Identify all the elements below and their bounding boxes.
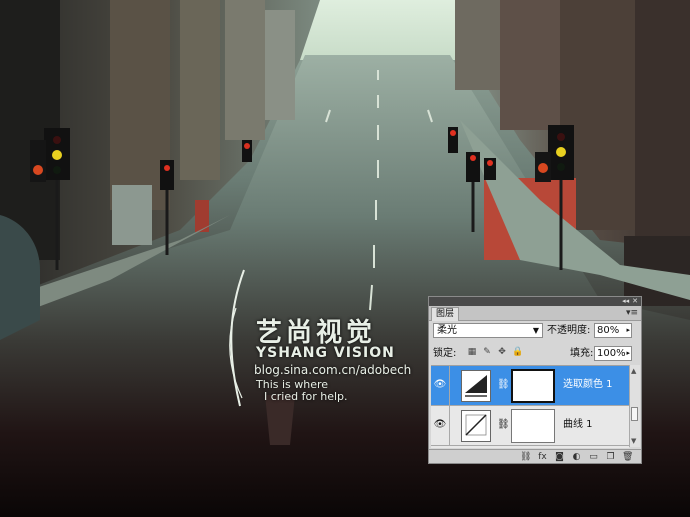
- layer-mask-thumbnail[interactable]: [511, 369, 555, 403]
- blend-mode-value: 柔光: [437, 325, 457, 336]
- fill-label: 填充:: [570, 348, 594, 359]
- scrollbar-thumb[interactable]: [631, 407, 638, 421]
- mask-link-icon[interactable]: ⛓: [497, 419, 510, 430]
- layer-row-selective-color[interactable]: 👁 ⛓ 选取颜色 1: [431, 366, 629, 406]
- panel-title-bar[interactable]: ◂◂ ✕: [429, 297, 641, 306]
- lock-icons: ▦ ✎ ✥ 🔒: [467, 347, 523, 358]
- panel-tab-bar: 图层 ▾≡: [429, 306, 641, 321]
- opacity-label: 不透明度:: [547, 325, 591, 336]
- layer-row-curves[interactable]: 👁 ⛓ 曲线 1: [431, 406, 629, 446]
- delete-layer-icon[interactable]: 🗑: [622, 451, 633, 463]
- scroll-down-icon[interactable]: ▼: [631, 437, 636, 445]
- selective-color-adjustment-icon: [461, 370, 491, 402]
- layer-name[interactable]: 曲线 1: [563, 418, 593, 432]
- lock-label: 锁定:: [433, 348, 457, 359]
- visibility-eye-icon[interactable]: 👁: [433, 378, 447, 392]
- opacity-input[interactable]: 80% ▸: [594, 323, 632, 338]
- lock-all-icon[interactable]: 🔒: [512, 347, 523, 358]
- layers-list: 👁 ⛓ 选取颜色 1 👁 ⛓ 曲线 1: [431, 365, 629, 448]
- collapse-icon[interactable]: ◂◂: [622, 297, 629, 306]
- lock-position-icon[interactable]: ✥: [497, 347, 507, 358]
- watermark: 艺尚视觉 YSHANG VISION blog.sina.com.cn/adob…: [222, 268, 442, 408]
- layer-name[interactable]: 选取颜色 1: [563, 378, 613, 392]
- layer-style-fx-icon[interactable]: fx: [537, 451, 548, 463]
- opacity-value: 80%: [597, 325, 620, 336]
- lock-transparency-icon[interactable]: ▦: [467, 347, 477, 358]
- divider: [449, 366, 450, 406]
- watermark-url: blog.sina.com.cn/adobech: [254, 363, 412, 377]
- watermark-english-title: YSHANG VISION: [256, 345, 395, 361]
- visibility-eye-icon[interactable]: 👁: [433, 418, 447, 432]
- adjustment-layer-icon[interactable]: ◐: [571, 451, 582, 463]
- curves-adjustment-icon: [461, 410, 491, 442]
- panel-bottom-toolbar: ⛓ fx ◙ ◐ ▭ ❐ 🗑: [429, 449, 641, 463]
- tab-layers[interactable]: 图层: [431, 307, 460, 321]
- divider: [449, 406, 450, 446]
- lock-fill-row: 锁定: ▦ ✎ ✥ 🔒 填充: 100% ▸: [433, 346, 637, 362]
- scroll-up-icon[interactable]: ▲: [631, 367, 636, 375]
- close-panel-icon[interactable]: ✕: [632, 297, 638, 306]
- new-group-icon[interactable]: ▭: [588, 451, 599, 463]
- layers-scrollbar[interactable]: ▲ ▼: [629, 365, 640, 447]
- lock-paint-icon[interactable]: ✎: [482, 347, 492, 358]
- add-mask-icon[interactable]: ◙: [554, 451, 565, 463]
- panel-menu-icon[interactable]: ▾≡: [626, 307, 638, 319]
- new-layer-icon[interactable]: ❐: [605, 451, 616, 463]
- blend-opacity-row: 柔光 ▼ 不透明度: 80% ▸: [433, 323, 637, 339]
- layers-panel: ◂◂ ✕ 图层 ▾≡ 柔光 ▼ 不透明度: 80% ▸ 锁定: ▦ ✎ ✥ 🔒 …: [428, 296, 642, 464]
- link-layers-icon[interactable]: ⛓: [520, 451, 531, 463]
- fill-input[interactable]: 100% ▸: [594, 346, 632, 361]
- mask-link-icon[interactable]: ⛓: [497, 379, 510, 390]
- layer-mask-thumbnail[interactable]: [511, 409, 555, 443]
- fill-arrow-icon[interactable]: ▸: [626, 347, 630, 360]
- dropdown-arrow-icon: ▼: [532, 326, 539, 335]
- opacity-arrow-icon[interactable]: ▸: [626, 324, 630, 337]
- watermark-caption-line-2: I cried for help.: [264, 390, 348, 403]
- fill-value: 100%: [597, 348, 626, 359]
- watermark-chinese-title: 艺尚视觉: [256, 318, 377, 348]
- blend-mode-select[interactable]: 柔光 ▼: [433, 323, 543, 338]
